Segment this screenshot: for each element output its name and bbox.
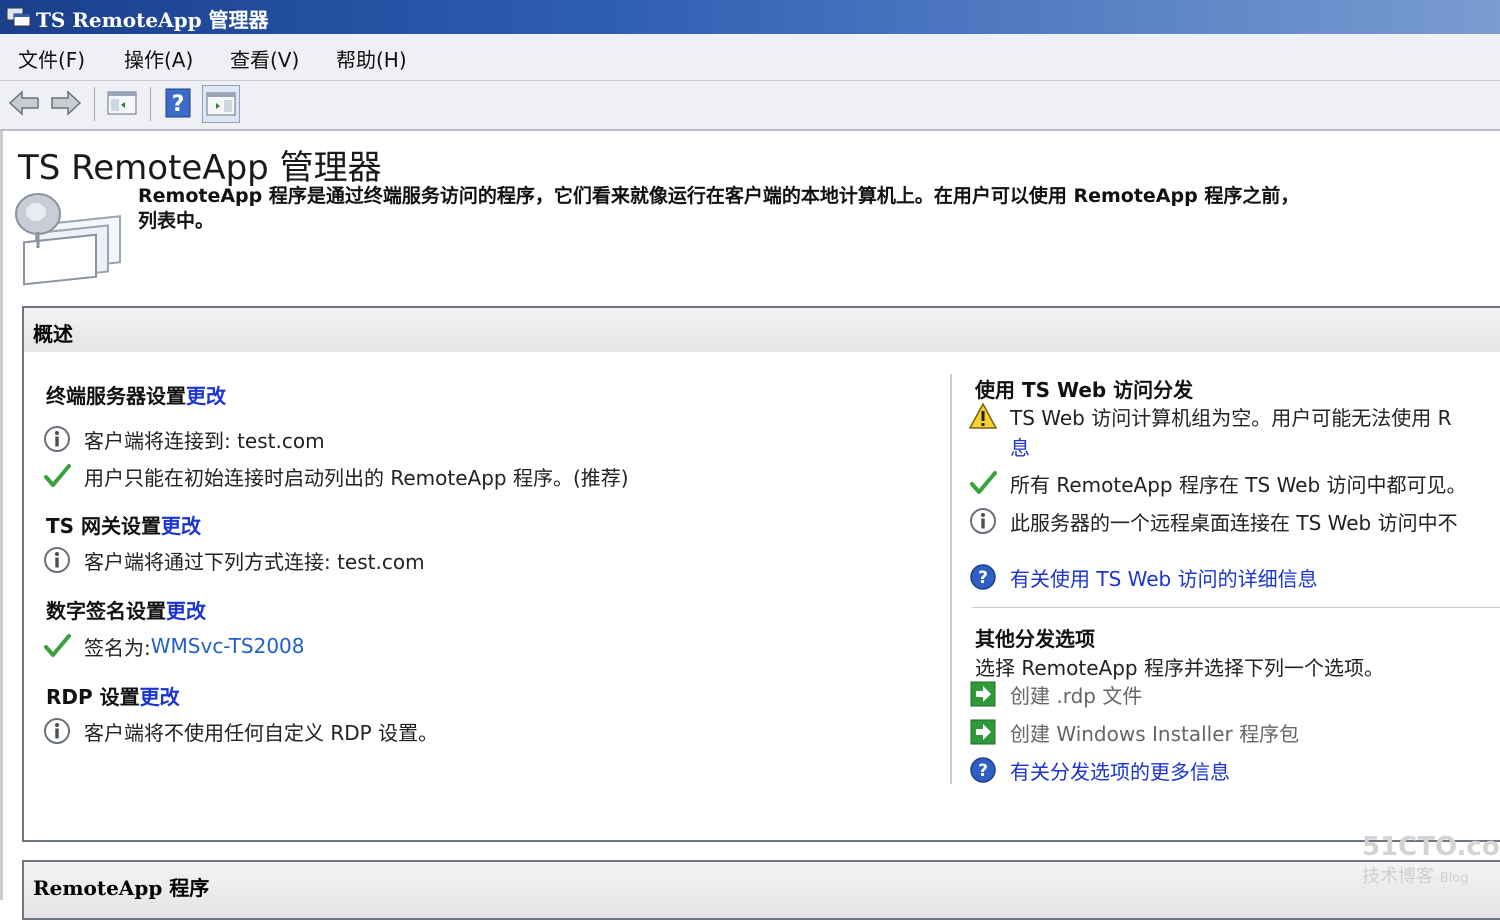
check-icon [42, 461, 72, 491]
ts-gateway-settings-heading: TS 网关设置更改 [46, 510, 201, 539]
description-line-2: 列表中。 [138, 210, 215, 232]
watermark-subtitle: 技术博客 Blog [1362, 862, 1468, 888]
svg-text:?: ? [978, 568, 988, 588]
ts-web-warning-text: TS Web 访问计算机组为空。用户可能无法使用 R [1010, 405, 1452, 430]
help-icon[interactable]: ? [160, 85, 196, 121]
ts-web-warning-row: TS Web 访问计算机组为空。用户可能无法使用 R [968, 401, 1451, 431]
toolbar-separator [94, 87, 95, 121]
client-connect-text: 客户端将连接到: test.com [84, 428, 325, 453]
other-distribution-hint: 选择 RemoteApp 程序并选择下列一个选项。 [975, 656, 1384, 680]
remoteapp-programs-panel [22, 860, 1500, 920]
page-description: RemoteApp 程序是通过终端服务访问的程序，它们看来就像运行在客户端的本地… [138, 184, 1500, 234]
info-icon [968, 506, 998, 536]
info-icon [42, 545, 72, 575]
signed-as-label: 签名为: [84, 635, 151, 660]
rdp-change-link[interactable]: 更改 [140, 685, 180, 709]
check-icon [42, 631, 72, 661]
back-icon[interactable] [6, 85, 42, 121]
app-window-icon [6, 5, 32, 33]
remote-desktop-info-row: 此服务器的一个远程桌面连接在 TS Web 访问中不 [968, 506, 1458, 536]
watermark-text: 技术博客 [1362, 866, 1434, 887]
other-distribution-heading: 其他分发选项 [975, 627, 1095, 651]
terminal-server-settings-label: 终端服务器设置 [46, 384, 186, 408]
page-title: TS RemoteApp 管理器 [18, 148, 382, 188]
menu-view[interactable]: 查看(V) [230, 44, 299, 73]
all-visible-text: 所有 RemoteApp 程序在 TS Web 访问中都可见。 [1010, 472, 1467, 497]
create-msi-row[interactable]: 创建 Windows Installer 程序包 [968, 717, 1299, 747]
startup-programs-row: 用户只能在初始连接时启动列出的 RemoteApp 程序。(推荐) [42, 461, 629, 491]
overview-title: 概述 [33, 322, 73, 346]
remoteapp-programs-title: RemoteApp 程序 [33, 876, 210, 900]
menu-file[interactable]: 文件(F) [18, 44, 85, 73]
watermark-blog: Blog [1439, 871, 1469, 886]
check-icon [968, 468, 998, 498]
info-icon [42, 716, 72, 746]
window-title: TS RemoteApp 管理器 [36, 8, 269, 32]
show-hide-tree-icon[interactable] [104, 85, 140, 121]
distribution-help-link[interactable]: 有关分发选项的更多信息 [1010, 756, 1230, 785]
toolbar-separator [150, 87, 151, 121]
distribution-help-row[interactable]: ? 有关分发选项的更多信息 [968, 755, 1230, 785]
gateway-connect-text: 客户端将通过下列方式连接: test.com [84, 549, 425, 574]
help-circle-icon: ? [968, 755, 998, 785]
terminal-server-settings-heading: 终端服务器设置更改 [46, 380, 226, 409]
client-connect-row: 客户端将连接到: test.com [42, 424, 325, 454]
all-visible-row: 所有 RemoteApp 程序在 TS Web 访问中都可见。 [968, 468, 1467, 498]
menu-help[interactable]: 帮助(H) [336, 44, 407, 73]
info-icon [42, 424, 72, 454]
certificate-link[interactable]: WMSvc-TS2008 [151, 634, 305, 658]
title-bar: TS RemoteApp 管理器 [0, 0, 1500, 34]
toolbar: ? [0, 81, 1500, 131]
digital-signature-change-link[interactable]: 更改 [166, 599, 206, 623]
startup-programs-text: 用户只能在初始连接时启动列出的 RemoteApp 程序。(推荐) [84, 465, 629, 490]
help-circle-icon: ? [968, 562, 998, 592]
green-arrow-icon [968, 717, 998, 747]
section-divider [972, 607, 1500, 608]
rdp-settings-row: 客户端将不使用任何自定义 RDP 设置。 [42, 716, 438, 746]
green-arrow-icon [968, 679, 998, 709]
digital-signature-settings-label: 数字签名设置 [46, 599, 166, 623]
menu-action[interactable]: 操作(A) [124, 44, 193, 73]
remoteapp-logo-icon [8, 188, 124, 292]
gateway-connect-row: 客户端将通过下列方式连接: test.com [42, 545, 425, 575]
forward-icon[interactable] [48, 85, 84, 121]
remote-desktop-info-text: 此服务器的一个远程桌面连接在 TS Web 访问中不 [1010, 510, 1458, 535]
ts-gateway-change-link[interactable]: 更改 [161, 514, 201, 538]
watermark: 51CTO.com [1362, 832, 1500, 862]
ts-web-help-row[interactable]: ? 有关使用 TS Web 访问的详细信息 [968, 562, 1318, 592]
show-hide-action-pane-icon[interactable] [202, 85, 240, 123]
column-divider [950, 374, 952, 784]
create-rdp-text[interactable]: 创建 .rdp 文件 [1010, 680, 1142, 709]
create-rdp-row[interactable]: 创建 .rdp 文件 [968, 679, 1142, 709]
ts-web-distribution-heading: 使用 TS Web 访问分发 [975, 378, 1194, 402]
rdp-settings-heading: RDP 设置更改 [46, 681, 180, 710]
svg-text:?: ? [978, 761, 988, 781]
overview-header [24, 308, 1500, 352]
ts-web-warning-more-link[interactable]: 息 [1010, 432, 1030, 461]
menu-bar: 文件(F) 操作(A) 查看(V) 帮助(H) [0, 34, 1500, 81]
terminal-server-change-link[interactable]: 更改 [186, 384, 226, 408]
create-msi-text[interactable]: 创建 Windows Installer 程序包 [1010, 718, 1299, 747]
digital-signature-settings-heading: 数字签名设置更改 [46, 595, 206, 624]
svg-text:?: ? [172, 92, 185, 117]
rdp-settings-text: 客户端将不使用任何自定义 RDP 设置。 [84, 720, 439, 745]
description-line-1: RemoteApp 程序是通过终端服务访问的程序，它们看来就像运行在客户端的本地… [138, 185, 1300, 207]
ts-web-help-link[interactable]: 有关使用 TS Web 访问的详细信息 [1010, 563, 1318, 592]
ts-gateway-settings-label: TS 网关设置 [46, 514, 162, 538]
warning-icon [968, 401, 998, 431]
signed-as-row: 签名为: WMSvc-TS2008 [42, 631, 305, 661]
rdp-settings-label: RDP 设置 [46, 685, 140, 709]
